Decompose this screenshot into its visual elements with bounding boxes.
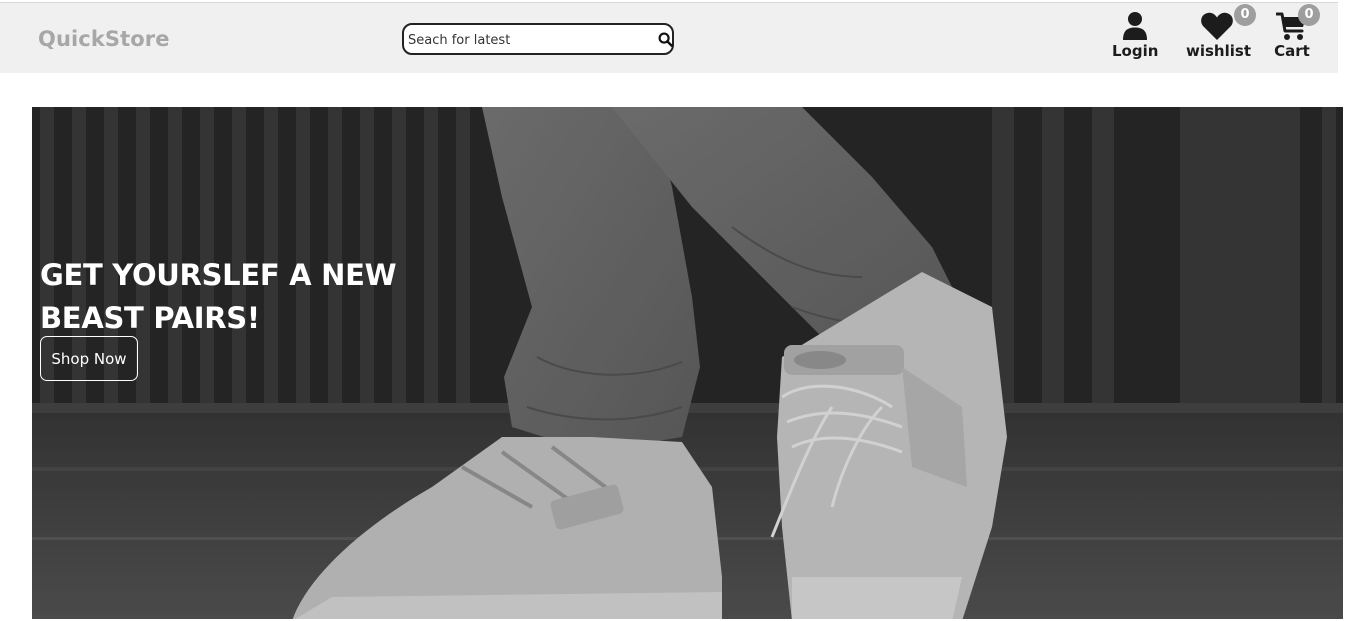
search-box bbox=[402, 23, 674, 55]
wishlist-label: wishlist bbox=[1186, 42, 1251, 60]
search-input[interactable] bbox=[408, 30, 648, 50]
hero-banner: GET YOURSLEF A NEW BEAST PAIRS! Shop Now bbox=[32, 107, 1343, 621]
login-label: Login bbox=[1112, 42, 1159, 60]
wishlist-count-badge: 0 bbox=[1234, 4, 1256, 26]
hero-title: GET YOURSLEF A NEW BEAST PAIRS! bbox=[40, 258, 397, 335]
shop-now-button[interactable]: Shop Now bbox=[40, 336, 138, 381]
brand-logo[interactable]: QuickStore bbox=[38, 27, 170, 51]
user-icon bbox=[1123, 12, 1147, 40]
cart-button[interactable]: Cart 0 bbox=[1272, 4, 1320, 60]
login-button[interactable]: Login bbox=[1112, 11, 1158, 60]
cart-label: Cart bbox=[1274, 42, 1310, 60]
navbar: QuickStore Login wishlist 0 Cart 0 bbox=[0, 3, 1338, 73]
cart-count-badge: 0 bbox=[1298, 4, 1320, 26]
search-icon[interactable] bbox=[658, 32, 673, 47]
wishlist-button[interactable]: wishlist 0 bbox=[1186, 4, 1256, 60]
hero-sneaker-image bbox=[32, 107, 1343, 621]
heart-icon bbox=[1201, 12, 1233, 40]
